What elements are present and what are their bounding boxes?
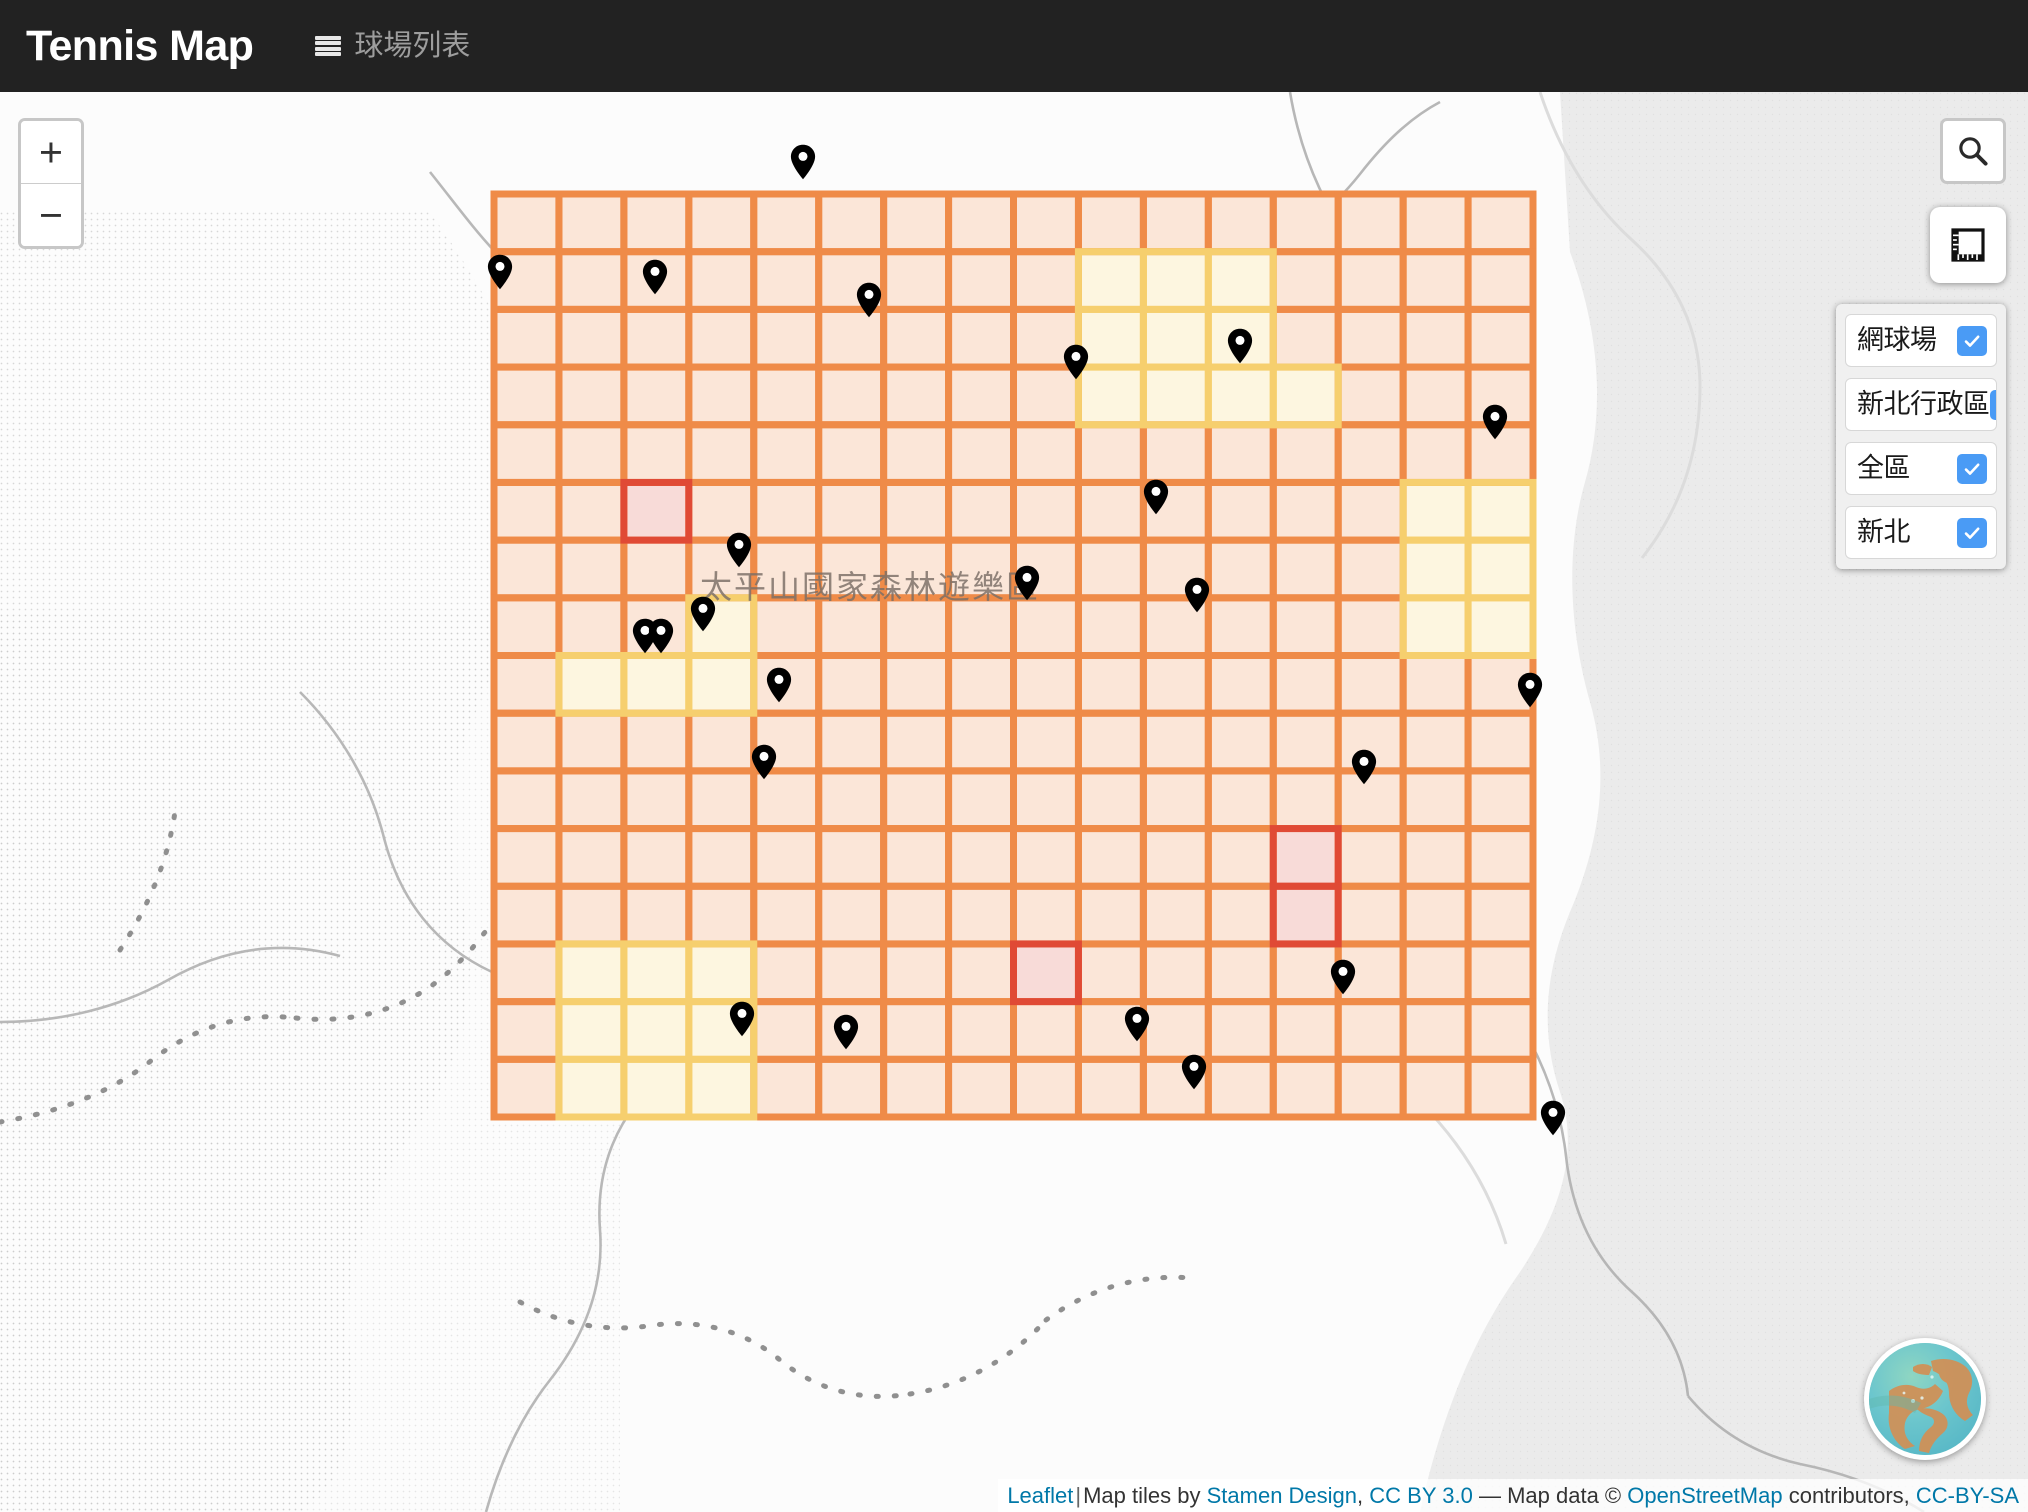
search-icon — [1959, 137, 1988, 166]
layer-label: 全區 — [1857, 453, 1911, 483]
pin-icon — [1143, 479, 1169, 515]
pin-icon — [1330, 959, 1356, 995]
pin-icon — [1184, 577, 1210, 613]
map-marker-pin[interactable] — [1184, 577, 1210, 613]
attribution-mapdata: Map data © — [1507, 1482, 1622, 1508]
layer-checkbox[interactable] — [1989, 389, 1998, 420]
brand-title[interactable]: Tennis Map — [26, 24, 254, 68]
tennis-court-markers[interactable] — [0, 92, 2028, 1512]
map-marker-pin[interactable] — [1482, 404, 1508, 440]
layer-toggle-row[interactable]: 網球場 — [1845, 314, 1997, 367]
layers-control[interactable]: 網球場新北行政區全區新北 — [1836, 304, 2006, 569]
map-marker-pin[interactable] — [1330, 959, 1356, 995]
pin-icon — [856, 282, 882, 318]
nav-item-label: 球場列表 — [354, 29, 471, 62]
layer-label: 新北行政區 — [1857, 389, 1990, 419]
ccbysa-link[interactable]: CC-BY-SA — [1916, 1483, 2019, 1508]
attribution-bar: Leaflet|Map tiles by Stamen Design, CC B… — [998, 1478, 2028, 1512]
attribution-dash: — — [1478, 1482, 1501, 1508]
map-marker-pin[interactable] — [1351, 749, 1377, 785]
map-marker-pin[interactable] — [766, 667, 792, 703]
map-marker-pin[interactable] — [648, 618, 674, 654]
pin-icon — [487, 254, 513, 290]
layer-label: 網球場 — [1857, 325, 1937, 355]
attribution-comma-1: , — [1357, 1482, 1364, 1508]
pin-icon — [1227, 328, 1253, 364]
zoom-out-button[interactable]: − — [21, 183, 81, 246]
stamen-link[interactable]: Stamen Design — [1207, 1483, 1357, 1508]
map-canvas[interactable]: 太平山國家森林遊樂區 + − 網球場 新北行政區 全區 新北 Leaflet|M… — [0, 92, 2028, 1512]
pin-icon — [1540, 1100, 1566, 1136]
navbar: Tennis Map 球場列表 — [0, 0, 2028, 92]
layer-toggle-row[interactable]: 全區 — [1845, 442, 1997, 495]
globe-icon[interactable] — [1864, 1338, 1986, 1460]
map-marker-pin[interactable] — [856, 282, 882, 318]
map-marker-pin[interactable] — [1124, 1006, 1150, 1042]
map-marker-pin[interactable] — [726, 532, 752, 568]
pin-icon — [1517, 672, 1543, 708]
map-marker-pin[interactable] — [690, 596, 716, 632]
pin-icon — [729, 1001, 755, 1037]
map-marker-pin[interactable] — [1063, 344, 1089, 380]
attribution-separator: | — [1075, 1482, 1082, 1508]
pin-icon — [1351, 749, 1377, 785]
pin-icon — [1063, 344, 1089, 380]
pin-icon — [766, 667, 792, 703]
layer-checkbox[interactable] — [1957, 453, 1987, 484]
zoom-in-button[interactable]: + — [21, 121, 81, 183]
layer-toggle-row[interactable]: 新北行政區 — [1845, 378, 1997, 431]
check-icon — [1995, 395, 1998, 415]
map-marker-pin[interactable] — [833, 1014, 859, 1050]
attribution-contributors: contributors, — [1788, 1482, 1910, 1508]
check-icon — [1964, 527, 1980, 539]
pin-icon — [648, 618, 674, 654]
pin-icon — [690, 596, 716, 632]
attribution-tiles-prefix: Map tiles by — [1083, 1482, 1201, 1508]
map-marker-pin[interactable] — [1517, 672, 1543, 708]
pin-icon — [1014, 565, 1040, 601]
map-marker-pin[interactable] — [1227, 328, 1253, 364]
list-icon — [315, 36, 342, 56]
check-icon — [1964, 463, 1980, 475]
zoom-control[interactable]: + − — [18, 118, 84, 249]
layer-checkbox[interactable] — [1957, 325, 1987, 356]
map-marker-pin[interactable] — [1014, 565, 1040, 601]
map-marker-pin[interactable] — [1143, 479, 1169, 515]
nav-item-court-list[interactable]: 球場列表 — [315, 29, 471, 62]
nav-links: 球場列表 — [315, 29, 471, 62]
map-marker-pin[interactable] — [642, 259, 668, 295]
pin-icon — [1124, 1006, 1150, 1042]
tennis-map-app: Tennis Map 球場列表 太平山國家森林遊樂區 + − 網球場 新北行政區… — [0, 0, 2028, 1512]
map-marker-pin[interactable] — [751, 744, 777, 780]
pin-icon — [1482, 404, 1508, 440]
layer-toggle-row[interactable]: 新北 — [1845, 506, 1997, 559]
pin-icon — [642, 259, 668, 295]
check-icon — [1964, 335, 1980, 347]
map-marker-pin[interactable] — [487, 254, 513, 290]
layer-label: 新北 — [1857, 517, 1911, 547]
map-marker-pin[interactable] — [1181, 1054, 1207, 1090]
map-marker-pin[interactable] — [790, 144, 816, 180]
ccby-link[interactable]: CC BY 3.0 — [1369, 1483, 1473, 1508]
search-button[interactable] — [1940, 118, 2006, 184]
measure-button[interactable] — [1930, 207, 2006, 283]
pin-icon — [833, 1014, 859, 1050]
pin-icon — [1181, 1054, 1207, 1090]
pin-icon — [790, 144, 816, 180]
layer-checkbox[interactable] — [1957, 517, 1987, 548]
ruler-icon — [1951, 228, 1985, 262]
globe-graphic — [1869, 1343, 1981, 1455]
osm-link[interactable]: OpenStreetMap — [1627, 1483, 1782, 1508]
map-marker-pin[interactable] — [1540, 1100, 1566, 1136]
pin-icon — [751, 744, 777, 780]
leaflet-link[interactable]: Leaflet — [1007, 1483, 1073, 1508]
map-marker-pin[interactable] — [729, 1001, 755, 1037]
pin-icon — [726, 532, 752, 568]
